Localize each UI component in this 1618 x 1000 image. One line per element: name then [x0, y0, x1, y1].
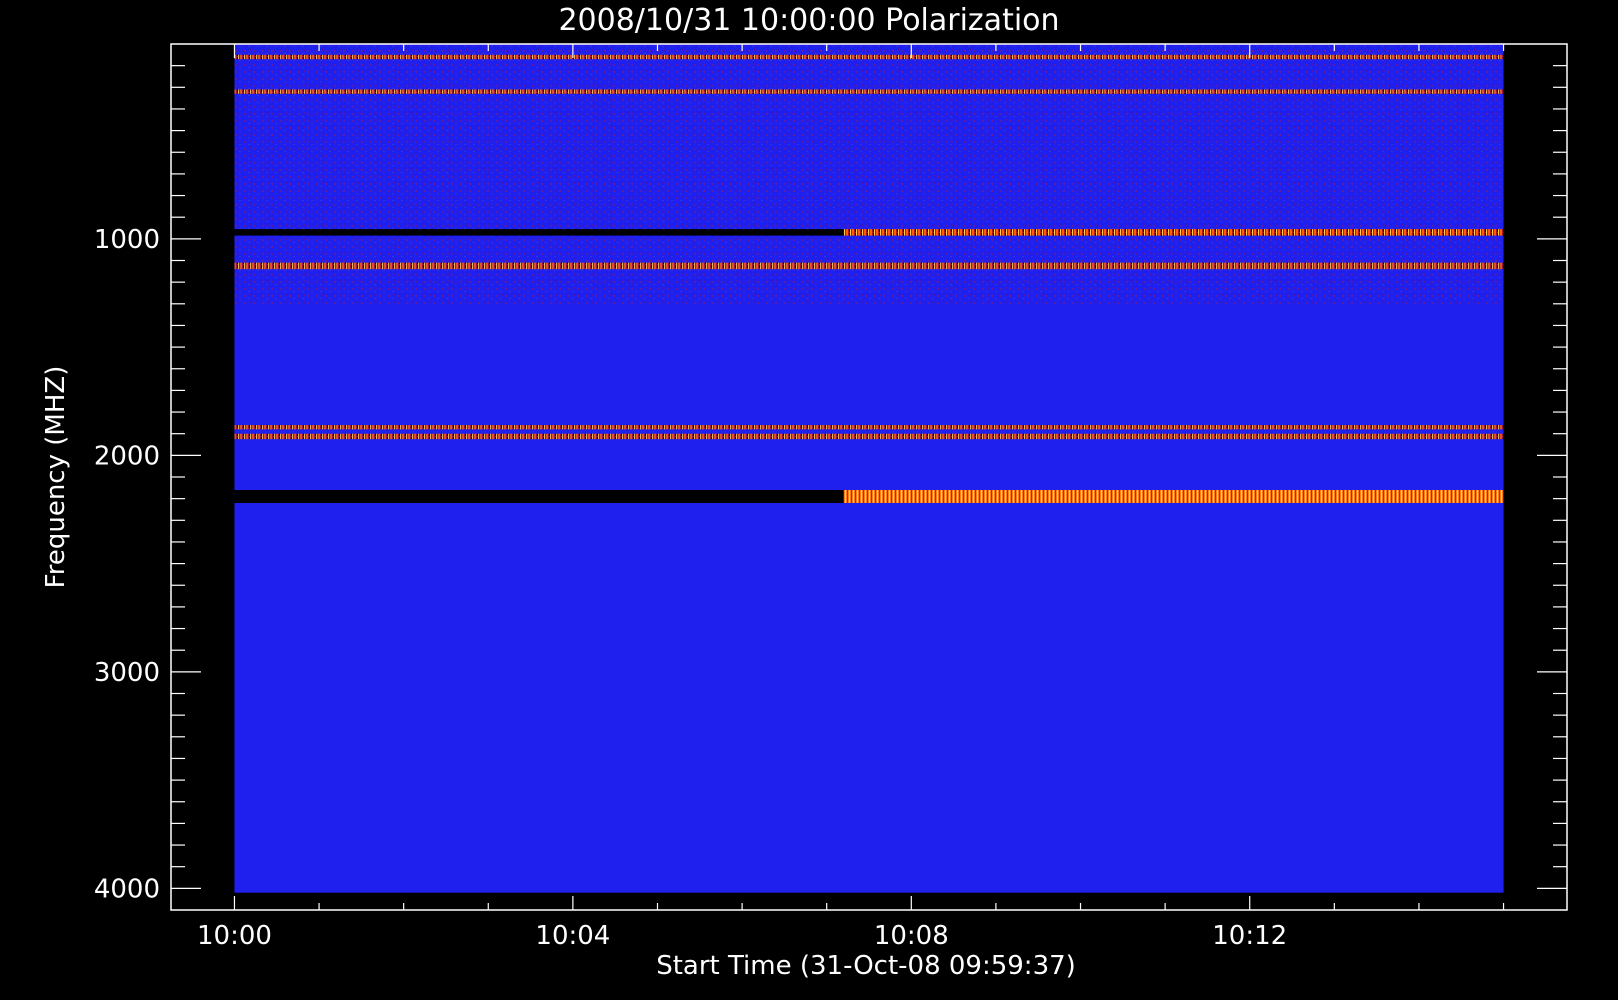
rfi-band-4 [234, 262, 1504, 270]
x-tick-label: 10:04 [535, 921, 610, 951]
x-tick-labels: 10:00 10:04 10:08 10:12 [197, 921, 1287, 951]
rfi-band-3 [234, 229, 1504, 236]
x-tick-label: 10:08 [874, 921, 949, 951]
rfi-band-7 [234, 489, 1504, 503]
chart-title: 2008/10/31 10:00:00 Polarization [558, 3, 1059, 38]
rfi-band-5 [234, 425, 1504, 430]
y-tick-label: 4000 [94, 874, 160, 904]
rfi-band-2 [234, 89, 1504, 94]
x-tick-label: 10:00 [197, 921, 272, 951]
x-tick-label: 10:12 [1212, 921, 1287, 951]
y-tick-label: 1000 [94, 225, 160, 255]
x-axis-label: Start Time (31-Oct-08 09:59:37) [656, 951, 1076, 981]
spectrogram-chart: 2008/10/31 10:00:00 Polarization 10:00 10… [41, 3, 1568, 981]
y-tick-label: 3000 [94, 658, 160, 688]
rfi-band-6 [234, 433, 1504, 440]
y-tick-labels: 1000 2000 3000 4000 [94, 225, 160, 904]
rfi-band-1 [234, 54, 1504, 60]
y-axis-label: Frequency (MHZ) [41, 366, 71, 589]
heatmap-image [234, 44, 1504, 893]
y-tick-label: 2000 [94, 441, 160, 471]
